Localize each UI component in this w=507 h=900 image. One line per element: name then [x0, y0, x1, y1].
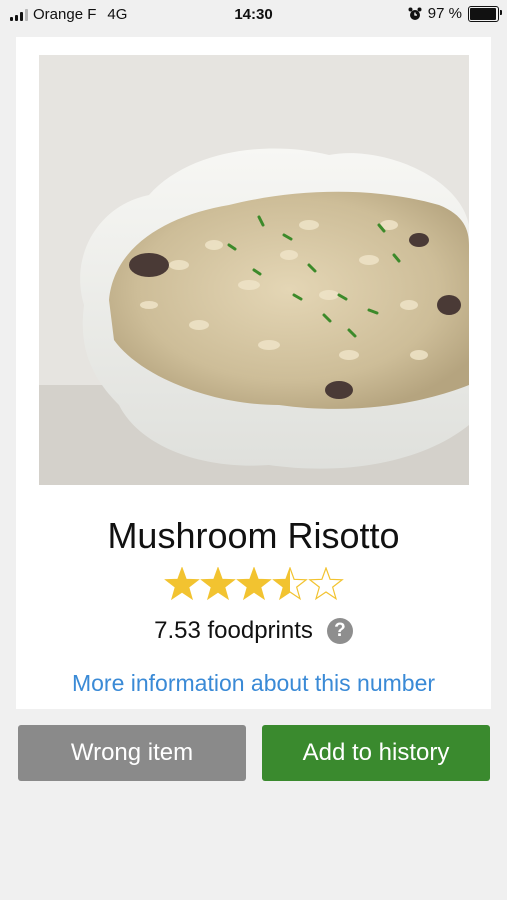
more-information-link[interactable]: More information about this number: [16, 670, 491, 697]
star-icon: [308, 567, 344, 601]
status-right: 97 %: [408, 5, 502, 22]
battery-level: [470, 7, 497, 20]
risotto-bowl-illustration: [39, 55, 469, 485]
alarm-clock-icon: [408, 7, 422, 20]
wrong-item-button[interactable]: Wrong item: [18, 725, 246, 781]
star-icon: [272, 567, 308, 601]
food-card: Mushroom Risotto 7.53 foodprints ? More …: [16, 37, 491, 709]
star-icon: [236, 567, 272, 601]
star-rating: [164, 567, 344, 601]
foodprints-row: 7.53 foodprints ?: [16, 617, 491, 645]
help-icon[interactable]: ?: [326, 618, 353, 644]
battery-icon: [468, 5, 502, 22]
food-title: Mushroom Risotto: [107, 515, 400, 556]
status-bar: Orange F 4G 14:30 97 %: [0, 0, 507, 32]
star-icon: [200, 567, 236, 601]
battery-percentage: 97 %: [427, 5, 462, 22]
add-to-history-button[interactable]: Add to history: [262, 725, 490, 781]
foodprints-value: 7.53 foodprints: [154, 617, 313, 644]
star-icon: [164, 567, 200, 601]
food-photo: [39, 55, 469, 485]
